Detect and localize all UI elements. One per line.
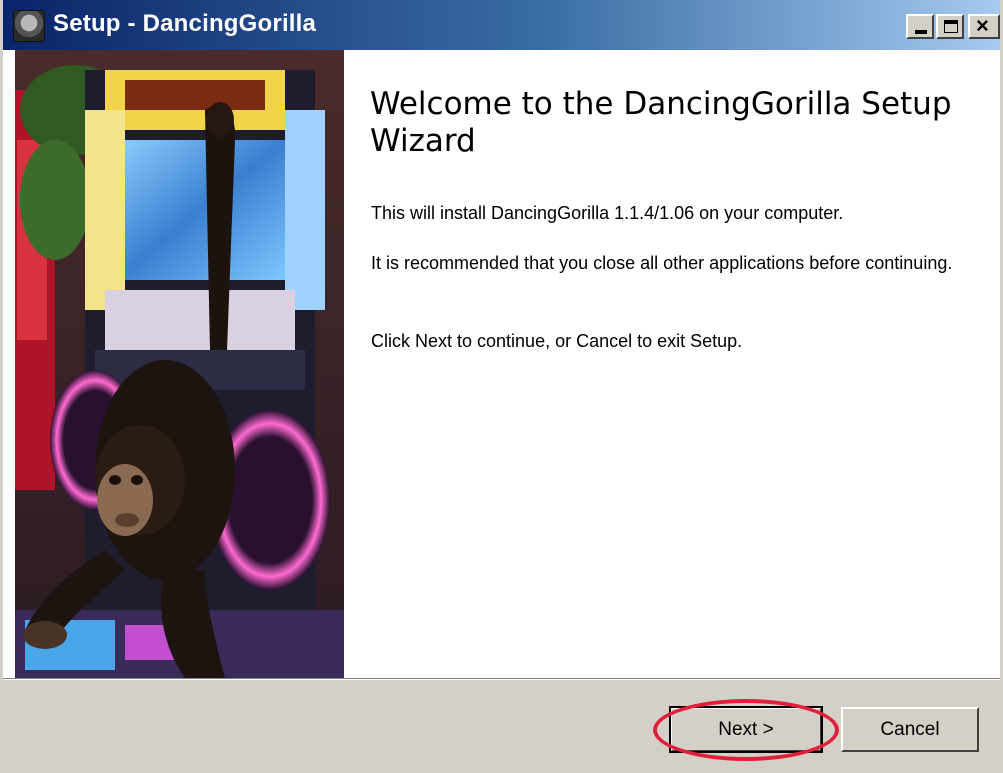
welcome-heading: Welcome to the DancingGorilla Setup Wiza… (370, 86, 952, 159)
maximize-icon (944, 20, 958, 33)
minimize-button[interactable] (906, 14, 934, 39)
setup-window: Setup - DancingGorilla × Welcome to the … (0, 0, 1003, 773)
close-button[interactable]: × (968, 14, 1000, 39)
title-bar[interactable]: Setup - DancingGorilla × (3, 0, 1000, 50)
chimp-arcade-illustration (15, 50, 344, 678)
close-apps-recommendation: It is recommended that you close all oth… (371, 253, 953, 273)
install-description: This will install DancingGorilla 1.1.4/1… (371, 203, 844, 223)
next-button-highlight-circle (653, 699, 839, 761)
close-icon: × (976, 13, 989, 38)
maximize-button[interactable] (936, 14, 964, 39)
window-title: Setup - DancingGorilla (53, 10, 317, 37)
minimize-icon (915, 30, 927, 34)
app-icon (13, 10, 45, 42)
wizard-side-image (15, 50, 344, 678)
continue-instructions: Click Next to continue, or Cancel to exi… (371, 331, 743, 351)
cancel-button[interactable]: Cancel (841, 707, 979, 752)
